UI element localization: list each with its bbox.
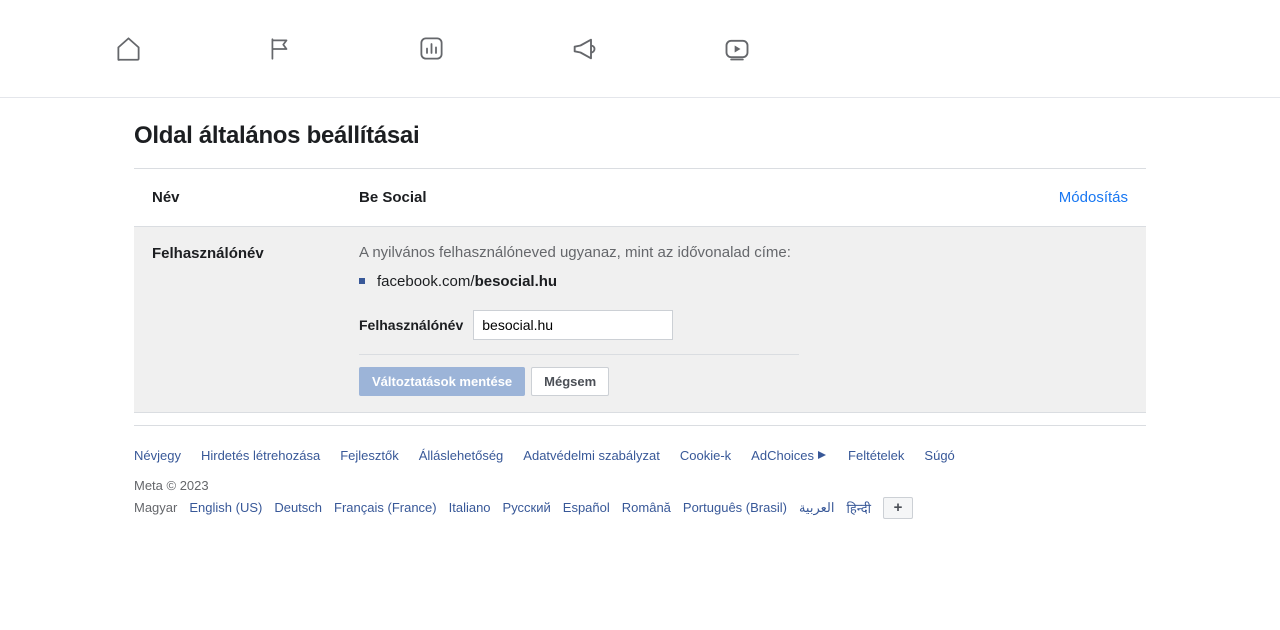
footer-links: Névjegy Hirdetés létrehozása Fejlesztők … — [134, 448, 1146, 464]
language-row: Magyar English (US) Deutsch Français (Fr… — [134, 497, 1146, 519]
footer-link[interactable]: Cookie-k — [680, 448, 731, 464]
language-link[interactable]: हिन्दी — [846, 499, 871, 517]
username-label: Felhasználónév — [144, 243, 359, 396]
footer-link[interactable]: Feltételek — [848, 448, 904, 464]
footer-link-adchoices[interactable]: AdChoices — [751, 448, 828, 464]
username-row: Felhasználónév A nyilvános felhasználóne… — [134, 227, 1146, 413]
language-link[interactable]: Italiano — [449, 500, 491, 515]
footer-link[interactable]: Adatvédelmi szabályzat — [523, 448, 660, 464]
flag-icon[interactable] — [267, 36, 293, 62]
inner-divider — [359, 354, 799, 355]
username-helper: A nyilvános felhasználóneved ugyanaz, mi… — [359, 243, 799, 263]
footer-link[interactable]: Névjegy — [134, 448, 181, 464]
username-url: facebook.com/besocial.hu — [359, 273, 799, 290]
name-value: Be Social — [359, 189, 1059, 206]
footer-link[interactable]: Álláslehetőség — [419, 448, 504, 464]
footer-link[interactable]: Hirdetés létrehozása — [201, 448, 320, 464]
language-link[interactable]: Русский — [503, 500, 551, 515]
save-button[interactable]: Változtatások mentése — [359, 367, 525, 396]
home-icon[interactable] — [115, 35, 142, 62]
copyright: Meta © 2023 — [134, 478, 1146, 493]
language-link[interactable]: العربية — [799, 500, 835, 516]
footer-link[interactable]: Súgó — [924, 448, 954, 464]
language-link[interactable]: English (US) — [189, 500, 262, 515]
megaphone-icon[interactable] — [570, 35, 598, 63]
language-link[interactable]: Română — [622, 500, 671, 515]
adchoices-icon — [816, 449, 828, 464]
username-input-label: Felhasználónév — [359, 317, 463, 333]
name-row: Név Be Social Módosítás — [134, 169, 1146, 227]
current-language: Magyar — [134, 500, 177, 515]
footer: Névjegy Hirdetés létrehozása Fejlesztők … — [134, 448, 1146, 519]
language-link[interactable]: Français (France) — [334, 500, 437, 515]
url-username: besocial.hu — [475, 273, 558, 290]
edit-name-link[interactable]: Módosítás — [1059, 189, 1136, 206]
divider — [134, 425, 1146, 426]
language-link[interactable]: Español — [563, 500, 610, 515]
footer-link[interactable]: Fejlesztők — [340, 448, 399, 464]
insights-icon[interactable] — [418, 35, 445, 62]
cancel-button[interactable]: Mégsem — [531, 367, 609, 396]
username-input[interactable] — [473, 310, 673, 340]
language-link[interactable]: Português (Brasil) — [683, 500, 787, 515]
top-navigation — [0, 0, 1280, 98]
page-title: Oldal általános beállításai — [134, 122, 1146, 150]
video-icon[interactable] — [723, 35, 751, 63]
bullet-icon — [359, 278, 365, 284]
url-prefix: facebook.com/ — [377, 273, 475, 290]
name-label: Név — [144, 189, 359, 206]
add-language-button[interactable]: + — [883, 497, 913, 519]
language-link[interactable]: Deutsch — [274, 500, 322, 515]
